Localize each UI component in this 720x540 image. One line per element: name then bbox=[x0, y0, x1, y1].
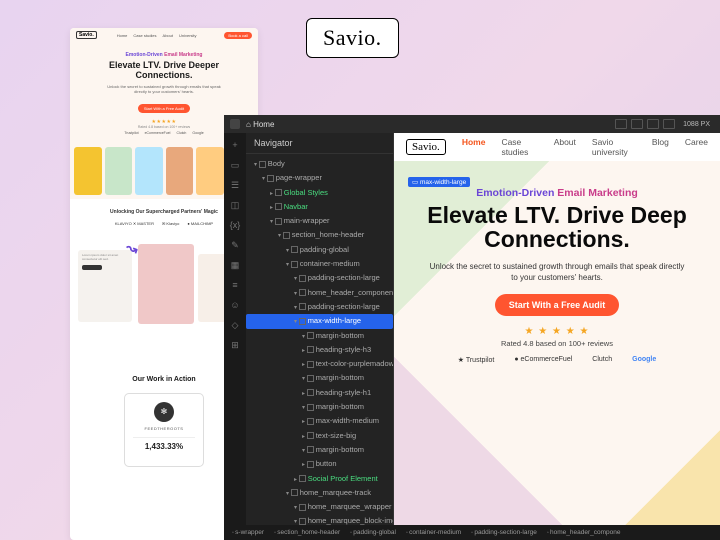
logo-text: Savio. bbox=[323, 25, 382, 50]
hero-cta-button[interactable]: Start With a Free Audit bbox=[495, 294, 620, 316]
tree-node[interactable]: main-wrapper bbox=[246, 214, 393, 228]
navigator-title: Navigator bbox=[246, 133, 393, 154]
tree-node[interactable]: margin-bottom bbox=[246, 400, 393, 414]
hero-eyebrow[interactable]: Emotion-Driven Email Marketing bbox=[394, 187, 720, 199]
preview-nav: HomeCase studiesAboutUniversity bbox=[117, 33, 197, 38]
ecommerce-icon[interactable]: ◇ bbox=[229, 319, 241, 331]
canvas-page[interactable]: Savio. Home Case studies About Savio univer… bbox=[394, 133, 720, 540]
hero-subtext[interactable]: Unlock the secret to sustained growth th… bbox=[427, 261, 687, 283]
navigator-icon[interactable]: ☰ bbox=[229, 179, 241, 191]
nav-link[interactable]: Caree bbox=[685, 137, 708, 157]
webflow-editor: Home 1088 PX + ▭ ☰ ◫ {x} ✎ ▦ ≡ ☺ ◇ ⊞ Nav… bbox=[224, 115, 720, 540]
navigator-tree[interactable]: Bodypage-wrapperGlobal StylesNavbarmain-… bbox=[246, 154, 393, 540]
tree-node[interactable]: button bbox=[246, 457, 393, 471]
nav-link[interactable]: Case studies bbox=[501, 137, 537, 157]
tree-node[interactable]: margin-bottom bbox=[246, 371, 393, 385]
brand-icon: ✻ bbox=[154, 402, 174, 422]
assets-icon[interactable]: ▦ bbox=[229, 259, 241, 271]
navigator-panel[interactable]: Navigator Bodypage-wrapperGlobal StylesN… bbox=[246, 133, 394, 540]
tree-node[interactable]: text-color-purplemadow bbox=[246, 357, 393, 371]
desktop-icon[interactable] bbox=[615, 119, 627, 129]
tree-node[interactable]: home_header_component bbox=[246, 286, 393, 300]
nav-links[interactable]: Home Case studies About Savio university Blo… bbox=[462, 137, 708, 157]
editor-topbar[interactable]: Home 1088 PX bbox=[224, 115, 720, 133]
trust-logos: ★ Trustpilot● eCommerceFuelClutchGoogle bbox=[394, 356, 720, 364]
nav-link[interactable]: About bbox=[554, 137, 576, 157]
tree-node[interactable]: section_home-header bbox=[246, 228, 393, 242]
styles-icon[interactable]: ✎ bbox=[229, 239, 241, 251]
pages-icon[interactable]: ▭ bbox=[229, 159, 241, 171]
stars-icon: ★ ★ ★ ★ ★ bbox=[394, 326, 720, 337]
components-icon[interactable]: ◫ bbox=[229, 199, 241, 211]
nav-link[interactable]: Blog bbox=[652, 137, 669, 157]
add-icon[interactable]: + bbox=[229, 139, 241, 151]
apps-icon[interactable]: ⊞ bbox=[229, 339, 241, 351]
tree-node[interactable]: margin-bottom bbox=[246, 329, 393, 343]
nav-link[interactable]: Home bbox=[462, 137, 486, 157]
selection-label: ▭ max-width-large bbox=[408, 177, 470, 187]
preview-work-title: Our Work in Action bbox=[80, 376, 248, 383]
tree-node[interactable]: container-medium bbox=[246, 257, 393, 271]
preview-eyebrow: Emotion-Driven Email Marketing bbox=[82, 52, 246, 58]
tree-node[interactable]: padding-global bbox=[246, 243, 393, 257]
element-breadcrumb[interactable]: s-wrappersection_home-headerpadding-glob… bbox=[224, 525, 720, 540]
tree-node[interactable]: home_marquee-track bbox=[246, 486, 393, 500]
breadcrumb-item[interactable]: section_home-header bbox=[270, 528, 344, 537]
tree-node[interactable]: margin-bottom bbox=[246, 443, 393, 457]
preview-cta-button: Start With a Free Audit bbox=[138, 104, 190, 113]
viewport-width: 1088 PX bbox=[679, 121, 714, 128]
users-icon[interactable]: ☺ bbox=[229, 299, 241, 311]
editor-toolbar[interactable]: + ▭ ☰ ◫ {x} ✎ ▦ ≡ ☺ ◇ ⊞ bbox=[224, 133, 246, 540]
preview-title: Elevate LTV. Drive Deeper Connections. bbox=[82, 60, 246, 81]
tree-node[interactable]: Global Styles bbox=[246, 186, 393, 200]
preview-stat: 1,433.33% bbox=[133, 437, 195, 451]
breadcrumb-item[interactable]: container-medium bbox=[402, 528, 465, 537]
tree-node[interactable]: heading-style-h3 bbox=[246, 343, 393, 357]
tree-node[interactable]: Social Proof Element bbox=[246, 472, 393, 486]
logo-badge: Savio. bbox=[306, 18, 399, 58]
cms-icon[interactable]: ≡ bbox=[229, 279, 241, 291]
tree-node[interactable]: home_marquee_wrapper bbox=[246, 500, 393, 514]
breadcrumb-item[interactable]: home_header_compone bbox=[543, 528, 625, 537]
variables-icon[interactable]: {x} bbox=[229, 219, 241, 231]
nav-link[interactable]: Savio university bbox=[592, 137, 636, 157]
breadcrumb-item[interactable]: padding-section-large bbox=[467, 528, 541, 537]
editor-canvas[interactable]: Savio. Home Case studies About Savio univer… bbox=[394, 133, 720, 540]
preview-cta: Book a call bbox=[224, 32, 252, 39]
preview-brand: Savio. bbox=[76, 31, 97, 39]
preview-rating: ★★★★★ Rated 4.8 based on 100+ reviews Tr… bbox=[82, 119, 246, 135]
preview-case-card: ✻ FEEDTHEROOTS 1,433.33% bbox=[124, 393, 204, 467]
breadcrumb-item[interactable]: s-wrapper bbox=[228, 528, 268, 537]
site-nav[interactable]: Savio. Home Case studies About Savio univer… bbox=[394, 133, 720, 161]
mobile-landscape-icon[interactable] bbox=[647, 119, 659, 129]
tree-node[interactable]: Navbar bbox=[246, 200, 393, 214]
preview-trust: TrustpiloteCommerceFuelClutchGoogle bbox=[82, 131, 246, 135]
webflow-logo-icon[interactable] bbox=[230, 119, 240, 129]
tree-node[interactable]: text-size-big bbox=[246, 429, 393, 443]
preview-sub: Unlock the secret to sustained growth th… bbox=[104, 84, 224, 94]
tablet-icon[interactable] bbox=[631, 119, 643, 129]
breadcrumb-item[interactable]: padding-global bbox=[346, 528, 400, 537]
tree-node[interactable]: heading-style-h1 bbox=[246, 386, 393, 400]
tree-node[interactable]: padding-section-large bbox=[246, 300, 393, 314]
site-logo[interactable]: Savio. bbox=[406, 139, 446, 155]
mobile-icon[interactable] bbox=[663, 119, 675, 129]
hero-heading[interactable]: Elevate LTV. Drive DeepConnections. bbox=[394, 203, 720, 251]
page-selector[interactable]: Home bbox=[246, 120, 274, 129]
tree-node[interactable]: padding-section-large bbox=[246, 271, 393, 285]
tree-node[interactable]: max-width-large bbox=[246, 314, 393, 328]
tree-node[interactable]: page-wrapper bbox=[246, 171, 393, 185]
tree-node[interactable]: max-width-medium bbox=[246, 414, 393, 428]
tree-node[interactable]: Body bbox=[246, 157, 393, 171]
rating-text: Rated 4.8 based on 100+ reviews bbox=[394, 339, 720, 348]
